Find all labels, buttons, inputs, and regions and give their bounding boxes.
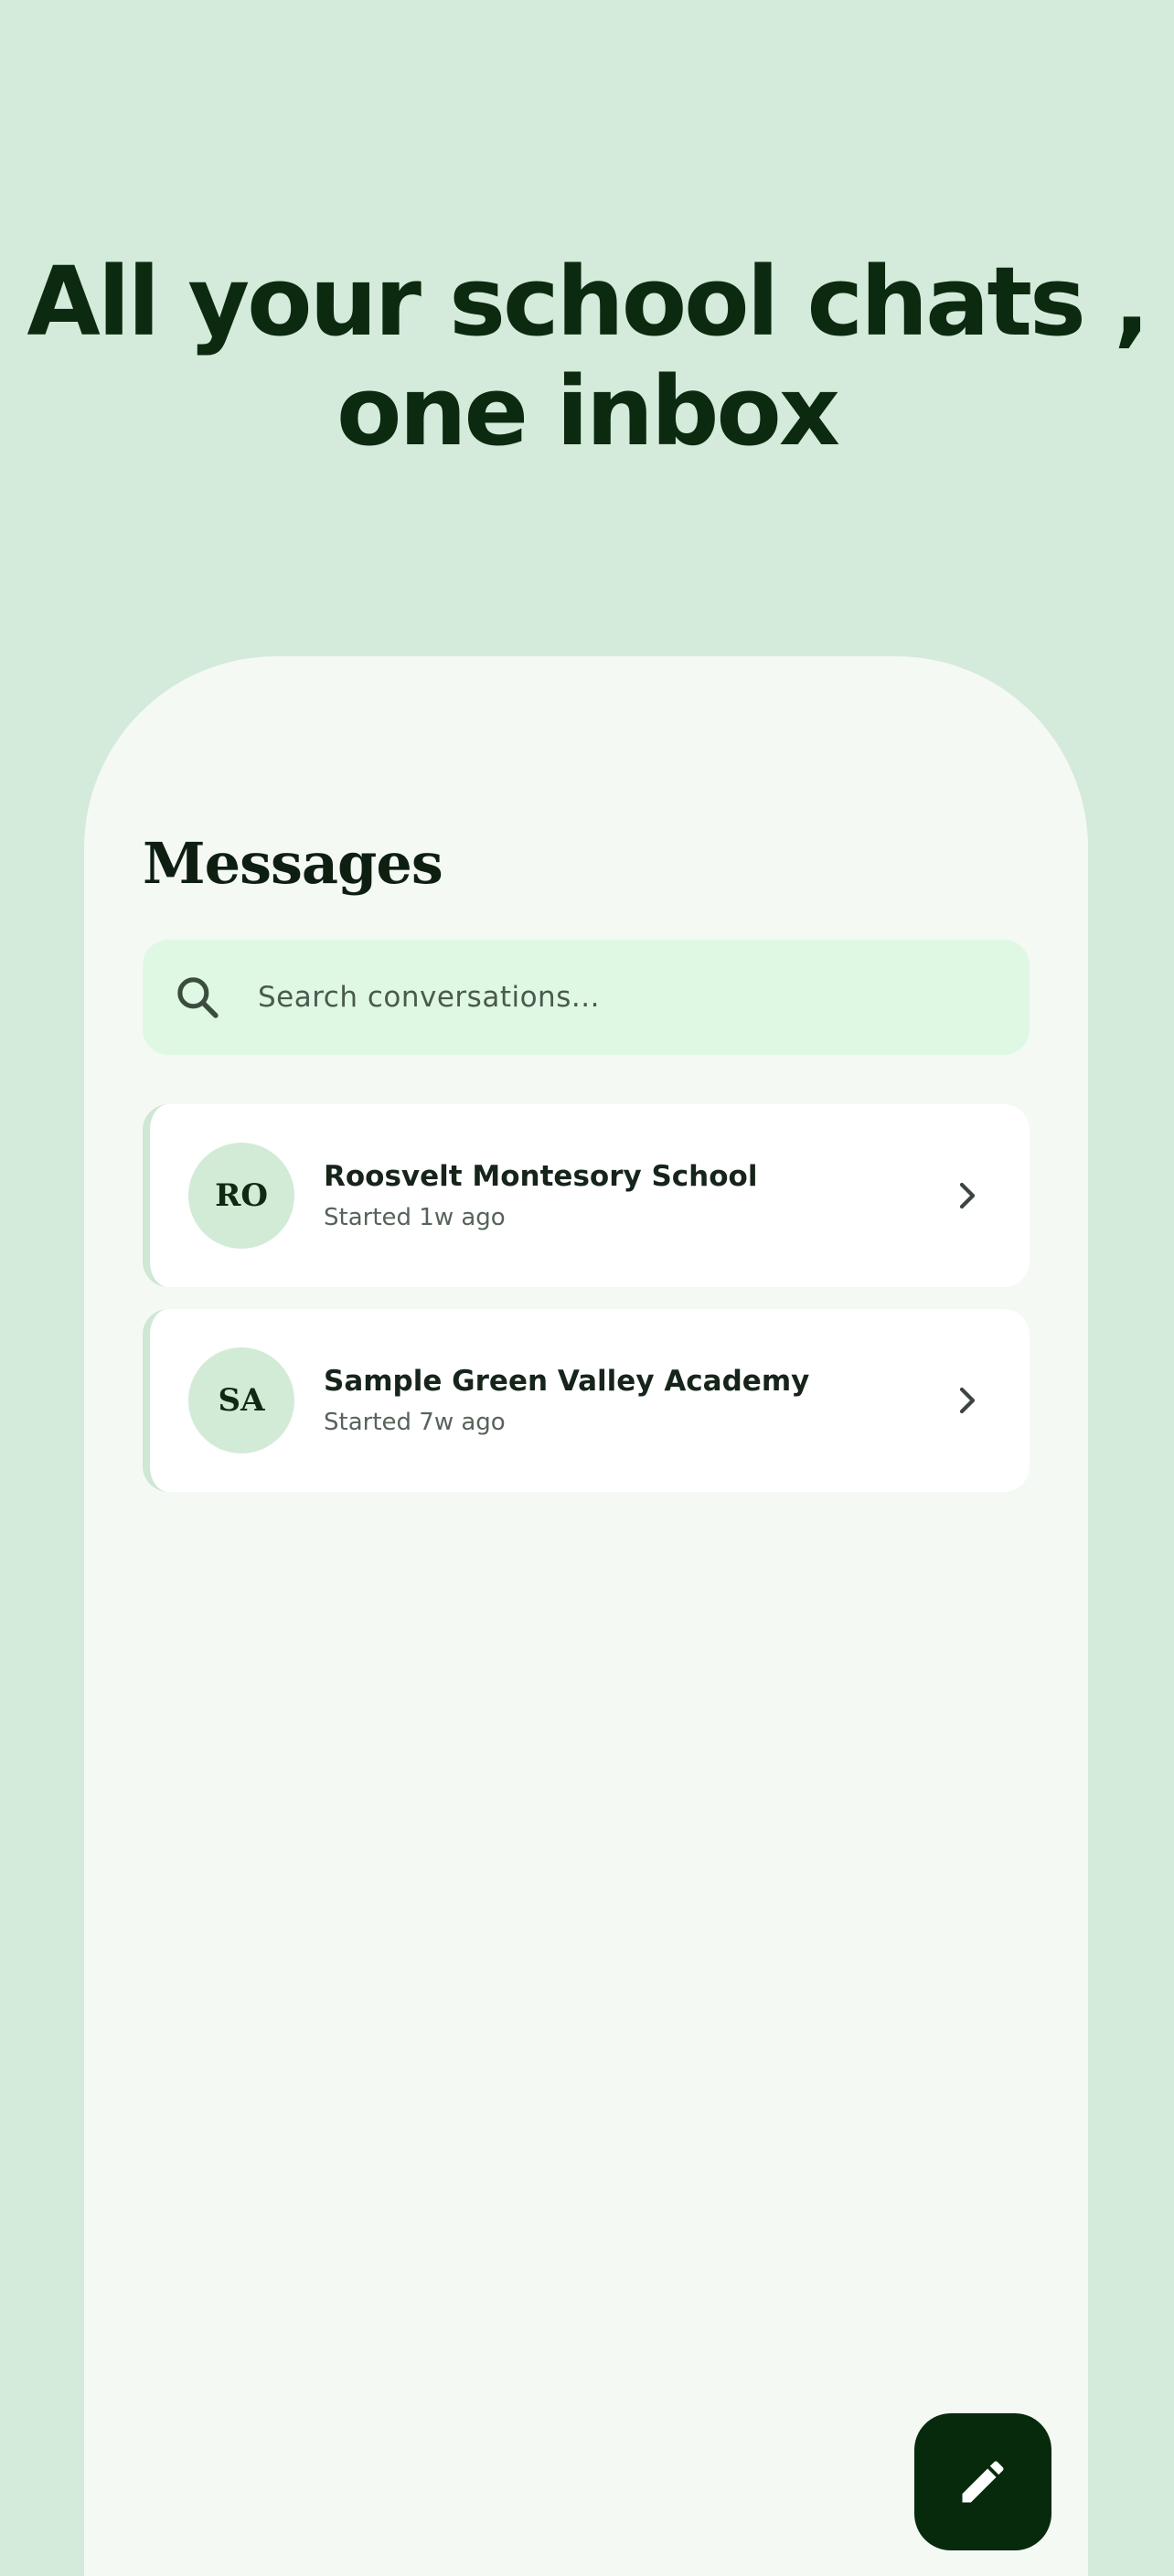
hero-line-2: one inbox <box>336 356 840 467</box>
conversation-text: Roosvelt Montesory School Started 1w ago <box>324 1160 951 1231</box>
search-input[interactable] <box>256 980 955 1015</box>
conversation-name: Roosvelt Montesory School <box>324 1160 758 1193</box>
chevron-right-icon <box>959 1182 976 1209</box>
conversation-item[interactable]: SA Sample Green Valley Academy Started 7… <box>143 1309 1030 1492</box>
pencil-icon <box>962 2461 1004 2503</box>
conversation-text: Sample Green Valley Academy Started 7w a… <box>324 1365 951 1436</box>
avatar: RO <box>188 1143 294 1249</box>
hero-headline: All your school chats , one inbox <box>0 247 1174 466</box>
avatar: SA <box>188 1347 294 1453</box>
conversation-started: Started 1w ago <box>324 1204 506 1231</box>
search-icon <box>177 977 219 1018</box>
compose-button[interactable] <box>914 2413 1051 2550</box>
conversation-item[interactable]: RO Roosvelt Montesory School Started 1w … <box>143 1104 1030 1287</box>
page-title: Messages <box>143 830 443 897</box>
search-bar[interactable] <box>143 940 1030 1055</box>
chevron-right-icon <box>959 1387 976 1414</box>
hero-line-1: All your school chats , <box>27 246 1149 357</box>
phone-screen: Messages RO Roosvelt Montesory School St… <box>84 656 1088 2576</box>
conversation-name: Sample Green Valley Academy <box>324 1365 810 1398</box>
conversation-started: Started 7w ago <box>324 1409 506 1436</box>
